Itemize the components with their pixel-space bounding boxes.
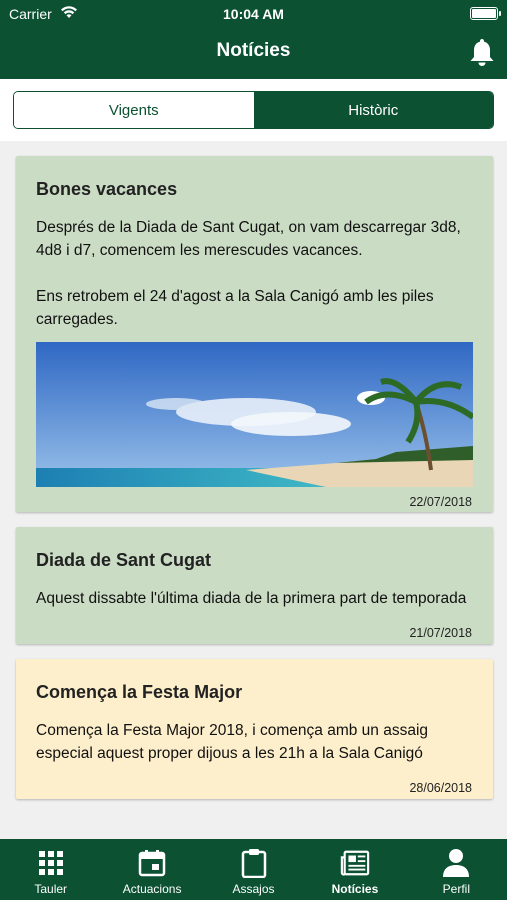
tab-label: Perfil xyxy=(442,882,470,896)
news-body: Comença la Festa Major 2018, i comença a… xyxy=(36,722,429,762)
tab-historic[interactable]: Històric xyxy=(253,92,493,128)
news-list: Bones vacances Després de la Diada de Sa… xyxy=(0,141,507,839)
tab-label: Tauler xyxy=(34,882,68,896)
tab-label: Assajos xyxy=(232,882,275,896)
tab-noticies[interactable]: Notícies xyxy=(304,839,405,900)
tab-actuacions[interactable]: Actuacions xyxy=(101,839,202,900)
calendar-icon xyxy=(137,848,167,878)
news-title: Bones vacances xyxy=(36,179,178,199)
status-bar: Carrier 10:04 AM xyxy=(0,0,507,28)
news-image xyxy=(36,342,473,487)
news-body: Aquest dissabte l'última diada de la pri… xyxy=(36,590,467,607)
news-card[interactable]: Bones vacances Després de la Diada de Sa… xyxy=(16,156,493,512)
news-body: Després de la Diada de Sant Cugat, on va… xyxy=(36,219,461,328)
tab-vigents[interactable]: Vigents xyxy=(14,92,254,128)
bell-icon[interactable] xyxy=(469,37,495,67)
tab-label: Actuacions xyxy=(122,882,182,896)
tab-label: Notícies xyxy=(331,882,379,896)
tab-tauler[interactable]: Tauler xyxy=(0,839,101,900)
status-time: 10:04 AM xyxy=(223,6,284,22)
person-icon xyxy=(441,848,471,878)
grid-icon xyxy=(36,848,66,878)
news-title: Comença la Festa Major xyxy=(36,682,243,702)
news-card[interactable]: Diada de Sant Cugat Aquest dissabte l'úl… xyxy=(16,527,493,644)
segmented-control: Vigents Històric xyxy=(13,91,494,129)
tab-bar: Tauler Actuacions Assajos Notícies Perfi… xyxy=(0,839,507,900)
news-date: 21/07/2018 xyxy=(409,626,472,640)
newspaper-icon xyxy=(340,848,370,878)
tab-assajos[interactable]: Assajos xyxy=(203,839,304,900)
page-title: Notícies xyxy=(216,40,291,61)
news-date: 28/06/2018 xyxy=(409,781,472,795)
top-bar: Carrier 10:04 AM Notícies xyxy=(0,0,507,79)
news-card[interactable]: Comença la Festa Major Comença la Festa … xyxy=(16,659,493,799)
clipboard-icon xyxy=(239,848,269,878)
news-title: Diada de Sant Cugat xyxy=(36,550,212,570)
tab-perfil[interactable]: Perfil xyxy=(406,839,507,900)
news-date: 22/07/2018 xyxy=(409,495,472,509)
battery-icon xyxy=(470,7,501,20)
